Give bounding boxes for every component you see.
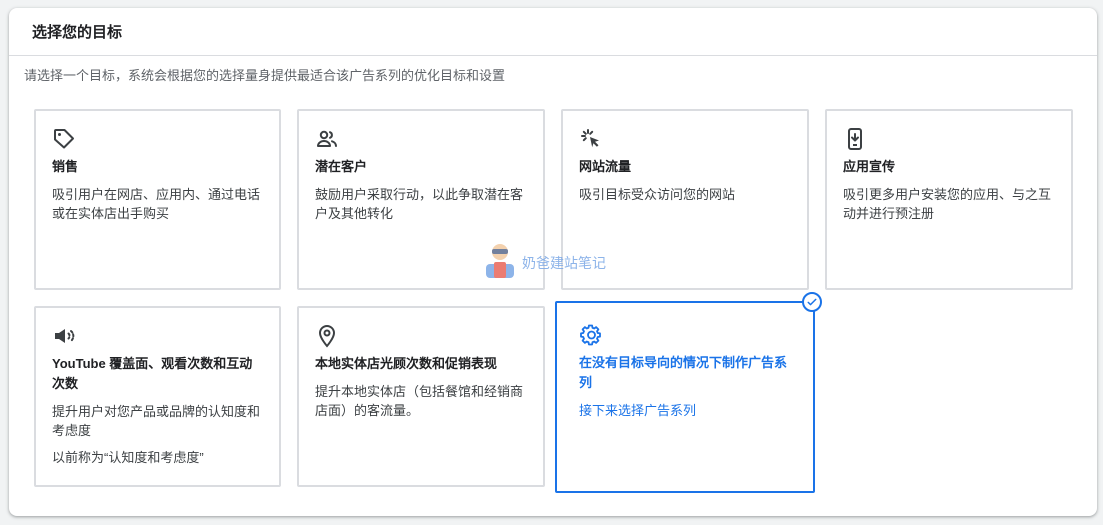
goal-card-no-goal[interactable]: 在没有目标导向的情况下制作广告系列 接下来选择广告系列 [555,301,815,493]
card-desc: 吸引更多用户安装您的应用、与之互动并进行预注册 [843,187,1052,221]
card-title: 应用宣传 [843,159,896,174]
card-title: 在没有目标导向的情况下制作广告系列 [579,355,788,390]
goal-card-sales[interactable]: 销售 吸引用户在网店、应用内、通过电话或在实体店出手购买 [34,109,281,290]
watermark-text: 奶爸建站笔记 [522,254,606,271]
megaphone-icon [52,324,76,348]
card-desc: 接下来选择广告系列 [579,403,697,418]
watermark: 奶爸建站笔记 [480,240,606,285]
selected-check-icon [802,292,822,312]
card-desc: 鼓励用户采取行动，以此争取潜在客户及其他转化 [315,187,524,221]
card-desc: 提升本地实体店（包括餐馆和经销商店面）的客流量。 [315,384,524,418]
card-title: 潜在客户 [315,159,368,174]
card-desc: 吸引目标受众访问您的网站 [579,187,736,202]
card-title: YouTube 覆盖面、观看次数和互动次数 [52,356,253,391]
panel-header: 选择您的目标 [9,8,1097,56]
card-note: 以前称为“认知度和考虑度” [52,450,204,465]
phone-download-icon [843,127,867,151]
card-title: 销售 [52,159,79,174]
panel-title: 选择您的目标 [32,24,123,41]
cursor-click-icon [579,127,603,151]
goal-card-app-promotion[interactable]: 应用宣传 吸引更多用户安装您的应用、与之互动并进行预注册 [825,109,1073,290]
people-icon [315,127,339,151]
card-desc: 吸引用户在网店、应用内、通过电话或在实体店出手购买 [52,187,261,221]
gear-icon [579,323,603,347]
card-desc: 提升用户对您产品或品牌的认知度和考虑度 [52,404,261,438]
goal-card-local-store[interactable]: 本地实体店光顾次数和促销表现 提升本地实体店（包括餐馆和经销商店面）的客流量。 [297,306,545,487]
tag-icon [52,127,76,151]
card-title: 本地实体店光顾次数和促销表现 [315,356,498,371]
intro-text: 请选择一个目标，系统会根据您的选择量身提供最适合该广告系列的优化目标和设置 [24,68,506,83]
location-pin-icon [315,324,339,348]
watermark-avatar-icon [480,240,520,285]
card-title: 网站流量 [579,159,632,174]
goal-card-youtube[interactable]: YouTube 覆盖面、观看次数和互动次数 提升用户对您产品或品牌的认知度和考虑… [34,306,281,487]
